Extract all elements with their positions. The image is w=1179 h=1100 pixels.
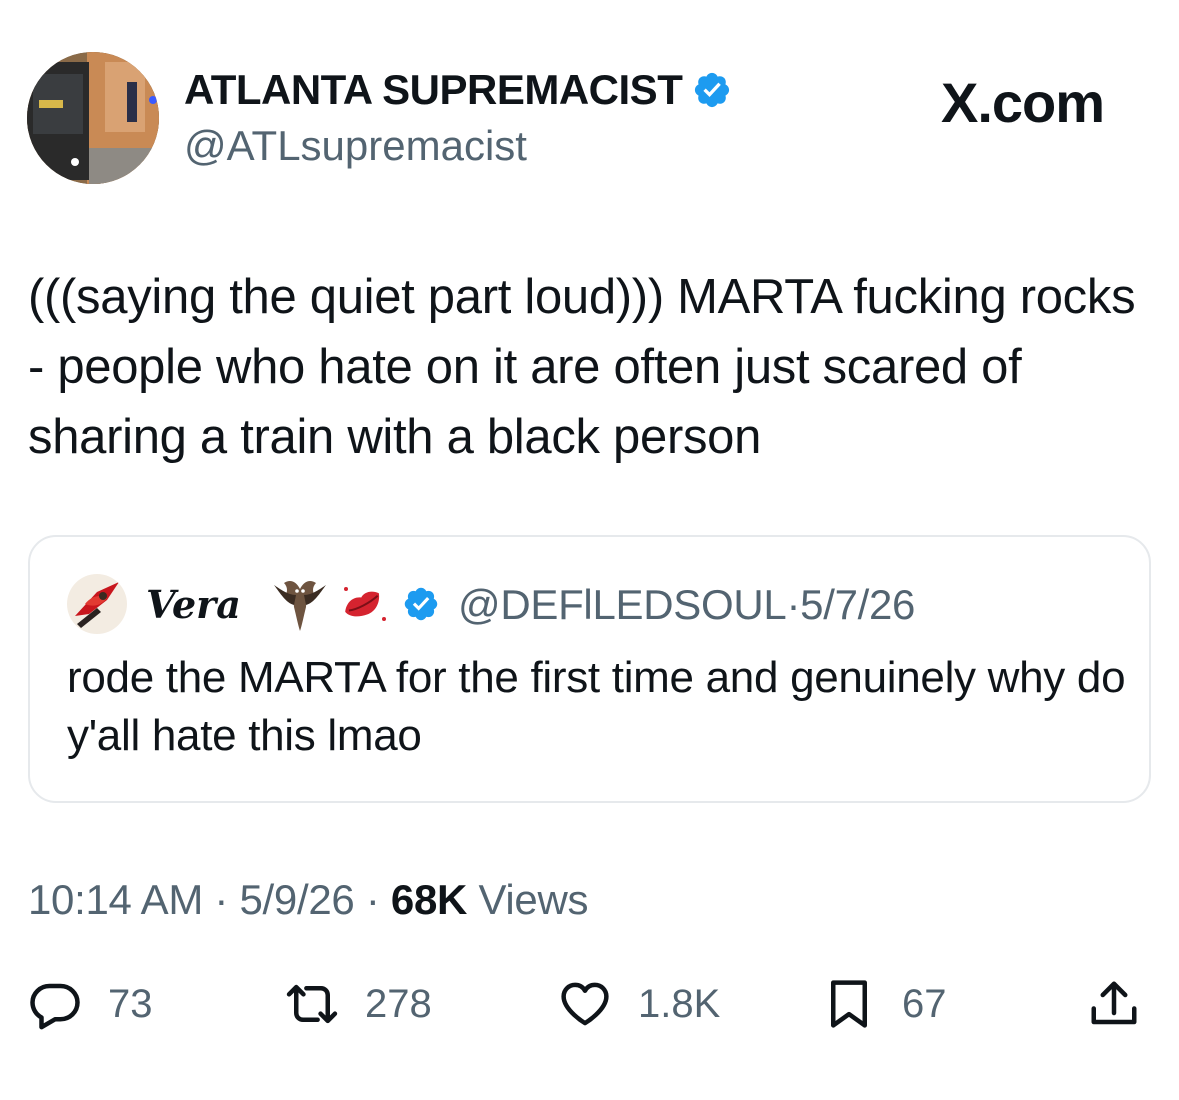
bookmark-count: 67 (902, 981, 947, 1026)
bookmark-button[interactable]: 67 (822, 972, 947, 1036)
quoted-tweet-card[interactable]: Vera @DEFlLEDSOUL·5/7/26 rode the MARTA … (28, 535, 1151, 803)
x-brand-logo: X.com (941, 71, 1105, 134)
red-figure-avatar-icon (67, 574, 127, 634)
tweet-meta-line: 10:14 AM · 5/9/26 · 68K Views (28, 876, 589, 924)
train-photo-avatar-icon (27, 52, 159, 184)
verified-badge-icon (695, 72, 730, 108)
quoted-date[interactable]: 5/7/26 (800, 581, 915, 628)
reply-button[interactable]: 73 (28, 972, 153, 1036)
author-name-text: ATLANTA SUPREMACIST (184, 66, 683, 113)
quoted-verified-badge-icon (404, 587, 438, 621)
quoted-separator: · (786, 581, 801, 628)
lips-emoji-icon (344, 587, 386, 621)
share-icon (1091, 981, 1137, 1025)
heart-icon (561, 982, 609, 1026)
reply-count: 73 (108, 981, 153, 1026)
views-label: Views (467, 876, 589, 923)
author-avatar[interactable] (27, 52, 159, 184)
reply-icon (30, 983, 80, 1030)
quoted-tweet-text: rode the MARTA for the first time and ge… (67, 653, 1126, 760)
meta-separator: · (354, 876, 391, 923)
tweet-date[interactable]: 5/9/26 (240, 876, 355, 923)
repost-button[interactable]: 278 (285, 972, 432, 1036)
like-button[interactable]: 1.8K (558, 972, 720, 1036)
author-display-name[interactable]: ATLANTA SUPREMACIST (184, 66, 732, 114)
quoted-handle[interactable]: @DEFlLEDSOUL (458, 581, 787, 628)
views-count: 68K (390, 876, 468, 923)
bookmark-icon (831, 980, 867, 1028)
tweet-text: (((saying the quiet part loud))) MARTA f… (28, 270, 1136, 464)
repost-count: 278 (365, 981, 432, 1026)
quoted-meta: @DEFlLEDSOUL·5/7/26 (458, 581, 915, 629)
quoted-display-name[interactable]: Vera (146, 582, 241, 627)
share-button[interactable] (1087, 972, 1141, 1036)
quoted-author-avatar[interactable] (67, 574, 127, 634)
repost-icon (286, 984, 338, 1024)
tweet-time[interactable]: 10:14 AM (28, 876, 203, 923)
bat-emoji-icon (274, 581, 326, 631)
author-handle[interactable]: @ATLsupremacist (184, 122, 527, 170)
action-bar: 73 278 1.8K 67 (0, 972, 1179, 1036)
like-count: 1.8K (638, 981, 721, 1026)
meta-separator: · (203, 876, 240, 923)
